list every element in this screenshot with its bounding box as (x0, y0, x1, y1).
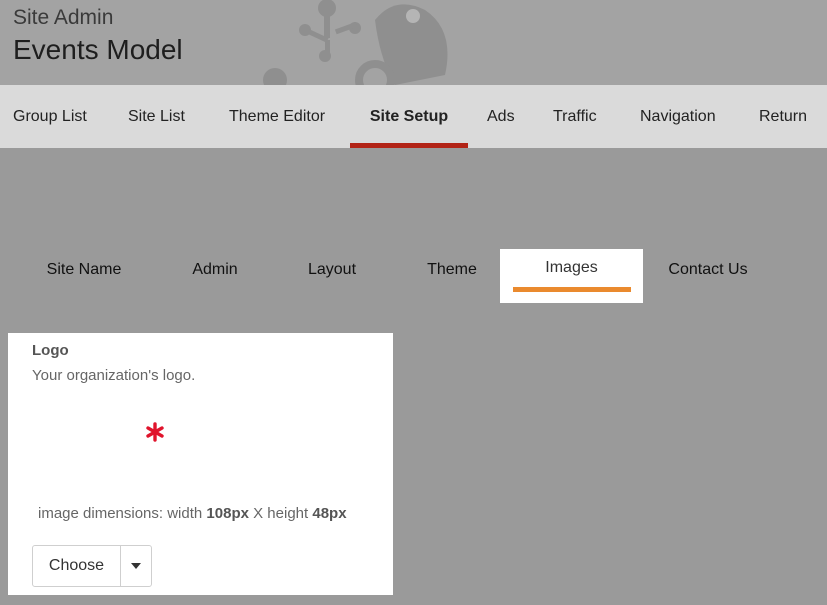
logo-description: Your organization's logo. (32, 367, 196, 384)
top-nav: Group List Site List Theme Editor Site S… (0, 85, 827, 148)
tab-images[interactable]: Images (500, 249, 643, 303)
asterisk-icon (146, 422, 164, 442)
nav-return[interactable]: Return (759, 85, 807, 148)
dims-prefix: image dimensions: width (38, 505, 207, 522)
image-dimensions: image dimensions: width 108px X height 4… (38, 505, 347, 522)
nav-theme-editor[interactable]: Theme Editor (229, 85, 325, 148)
tab-site-name[interactable]: Site Name (38, 249, 130, 303)
choose-dropdown-toggle[interactable] (121, 546, 151, 586)
logo-title: Logo (32, 342, 69, 359)
caret-down-icon (131, 563, 141, 569)
dims-mid: X height (248, 505, 313, 522)
choose-button-group: Choose (32, 545, 152, 587)
choose-button[interactable]: Choose (33, 546, 121, 586)
site-header: Site Admin Events Model (0, 0, 827, 85)
tab-contact-us[interactable]: Contact Us (660, 249, 756, 303)
nav-site-setup[interactable]: Site Setup (350, 85, 468, 148)
nav-navigation[interactable]: Navigation (640, 85, 716, 148)
nav-traffic[interactable]: Traffic (553, 85, 597, 148)
nav-ads[interactable]: Ads (487, 85, 515, 148)
page-title: Events Model (13, 34, 183, 65)
nav-site-list[interactable]: Site List (128, 85, 185, 148)
site-admin-label: Site Admin (13, 6, 114, 29)
frog-logo-graphic (263, 0, 448, 85)
tab-layout[interactable]: Layout (296, 249, 368, 303)
dims-width: 108px (206, 505, 249, 522)
dims-height: 48px (312, 505, 347, 522)
tab-active-indicator (513, 287, 631, 292)
logo-upload-card: Logo Your organization's logo. image dim… (8, 333, 393, 595)
tab-theme[interactable]: Theme (416, 249, 488, 303)
tab-admin[interactable]: Admin (180, 249, 250, 303)
nav-group-list[interactable]: Group List (13, 85, 87, 148)
tab-images-label: Images (545, 259, 598, 276)
